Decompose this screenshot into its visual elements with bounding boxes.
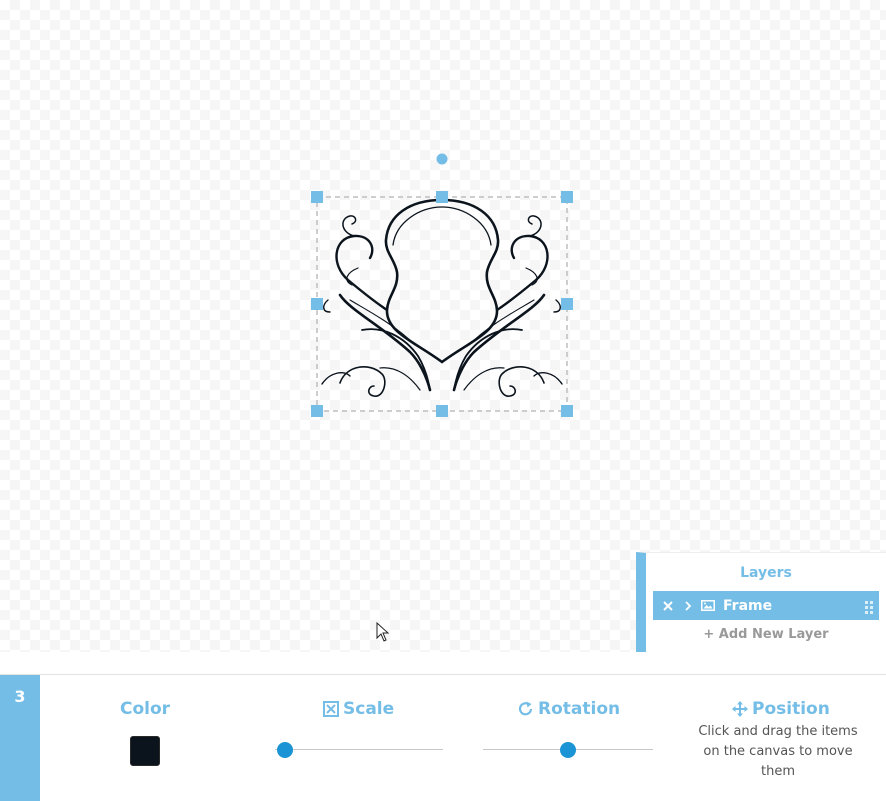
mouse-cursor-icon bbox=[376, 622, 390, 642]
scale-slider-knob[interactable] bbox=[277, 742, 294, 758]
rotate-icon bbox=[518, 701, 533, 716]
drag-handle-icon[interactable] bbox=[865, 599, 873, 618]
position-help-text: Click and drag the items on the canvas t… bbox=[698, 724, 858, 779]
expand-icon bbox=[323, 701, 339, 717]
rotation-label: Rotation bbox=[518, 699, 620, 719]
layer-row-frame[interactable]: Frame bbox=[653, 591, 879, 620]
layer-name: Frame bbox=[723, 597, 773, 614]
chevron-right-icon[interactable] bbox=[679, 599, 697, 613]
item-toolbar: 3 Color Scale Rotation Position Click an… bbox=[0, 674, 886, 801]
selected-frame-item[interactable] bbox=[300, 140, 590, 430]
scale-slider-track bbox=[275, 749, 443, 750]
step-number: 3 bbox=[0, 675, 40, 801]
color-swatch[interactable] bbox=[130, 736, 160, 766]
frame-artwork[interactable] bbox=[300, 140, 590, 430]
ornament bbox=[321, 198, 563, 397]
rotation-slider[interactable] bbox=[483, 740, 653, 760]
scale-label: Scale bbox=[323, 699, 394, 719]
resize-handles[interactable] bbox=[311, 191, 573, 417]
rotate-handle[interactable] bbox=[436, 153, 448, 165]
layers-panel: Layers Frame + Add New Layer bbox=[636, 552, 886, 652]
rotation-slider-knob[interactable] bbox=[560, 742, 576, 758]
selection-box bbox=[316, 196, 568, 412]
image-icon bbox=[699, 599, 717, 613]
close-icon[interactable] bbox=[659, 599, 677, 613]
add-new-layer-button[interactable]: + Add New Layer bbox=[646, 627, 886, 642]
scale-slider[interactable] bbox=[275, 740, 443, 760]
position-label: Position bbox=[732, 699, 830, 719]
color-label: Color bbox=[120, 699, 171, 719]
move-icon bbox=[732, 701, 748, 717]
layers-title: Layers bbox=[740, 565, 792, 581]
